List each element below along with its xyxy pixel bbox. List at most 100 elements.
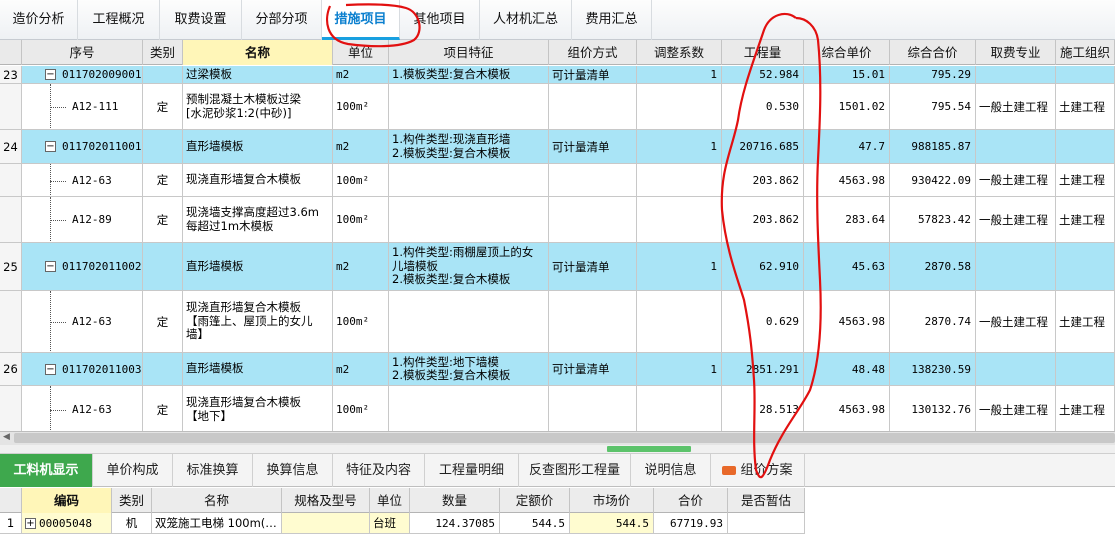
cell-type[interactable]: 定: [143, 84, 183, 129]
cell-type[interactable]: [143, 243, 183, 290]
cell-type[interactable]: [143, 353, 183, 385]
cell-quantity[interactable]: 2851.291: [722, 353, 804, 385]
cell-coef[interactable]: [637, 164, 722, 196]
cell-method[interactable]: 可计量清单: [549, 243, 637, 290]
cell-unit[interactable]: 100m²: [333, 84, 389, 129]
cell-quantity[interactable]: 203.862: [722, 164, 804, 196]
header-method[interactable]: 组价方式: [549, 40, 637, 65]
cell-total[interactable]: 795.29: [890, 66, 976, 83]
tab-quantity-detail[interactable]: 工程量明细: [425, 454, 519, 487]
table-row[interactable]: A12-63 定现浇直形墙复合木模板 【雨篷上、屋顶上的女儿 墙】 100m² 0.6…: [0, 291, 1115, 353]
tab-cost-analysis[interactable]: 造价分析: [0, 0, 78, 40]
tab-reverse-graphic-quantity[interactable]: 反查图形工程量: [519, 454, 631, 487]
cell-coef[interactable]: [637, 197, 722, 242]
cell-code[interactable]: −011702009001: [22, 66, 143, 83]
cell-fee-type[interactable]: [976, 130, 1056, 163]
detail-header-unit[interactable]: 单位: [370, 488, 410, 513]
cell-quantity[interactable]: 52.984: [722, 66, 804, 83]
detail-row-name[interactable]: 双笼施工电梯 100m(…: [152, 513, 282, 533]
header-fee-type[interactable]: 取费专业: [976, 40, 1056, 65]
splitter-grip-icon[interactable]: [607, 446, 691, 452]
detail-row-type[interactable]: 机: [112, 513, 152, 533]
cell-code[interactable]: −011702011003: [22, 353, 143, 385]
detail-header-spec[interactable]: 规格及型号: [282, 488, 370, 513]
cell-unit-price[interactable]: 15.01: [804, 66, 890, 83]
detail-header-total[interactable]: 合价: [654, 488, 728, 513]
cell-feature[interactable]: [389, 291, 549, 352]
cell-unit[interactable]: 100m²: [333, 291, 389, 352]
cell-unit-price[interactable]: 283.64: [804, 197, 890, 242]
header-name[interactable]: 名称: [183, 40, 333, 65]
detail-row-unit[interactable]: 台班: [370, 513, 410, 533]
collapse-minus-icon[interactable]: −: [45, 141, 56, 152]
header-unit-price[interactable]: 综合单价: [804, 40, 890, 65]
cell-type[interactable]: 定: [143, 164, 183, 196]
detail-header-market-price[interactable]: 市场价: [570, 488, 654, 513]
tab-measure-items[interactable]: 措施项目: [322, 0, 400, 40]
cell-name[interactable]: 直形墙模板: [183, 130, 333, 163]
header-feature[interactable]: 项目特征: [389, 40, 549, 65]
cell-fee-type[interactable]: [976, 243, 1056, 290]
cell-quantity[interactable]: 0.530: [722, 84, 804, 129]
cell-unit-price[interactable]: 4563.98: [804, 164, 890, 196]
table-row[interactable]: A12-63 定现浇直形墙复合木模板 100m² 203.862 4563.98 9304…: [0, 164, 1115, 197]
cell-unit[interactable]: 100m²: [333, 386, 389, 433]
cell-coef[interactable]: 1: [637, 243, 722, 290]
table-row[interactable]: 23−011702009001 过梁模板 m2 1.模板类型:复合木模板 可计量清单 1 5…: [0, 66, 1115, 84]
cell-code[interactable]: A12-63: [22, 386, 143, 433]
cell-unit[interactable]: m2: [333, 353, 389, 385]
cell-method[interactable]: [549, 164, 637, 196]
cell-unit[interactable]: 100m²: [333, 197, 389, 242]
table-row[interactable]: A12-111 定预制混凝土木模板过梁 [水泥砂浆1:2(中砂)] 100m² 0.5…: [0, 84, 1115, 130]
tab-labor-material-summary[interactable]: 人材机汇总: [480, 0, 572, 40]
tab-fee-settings[interactable]: 取费设置: [160, 0, 242, 40]
cell-total[interactable]: 2870.58: [890, 243, 976, 290]
tab-sub-items[interactable]: 分部分项: [242, 0, 322, 40]
cell-code[interactable]: A12-63: [22, 291, 143, 352]
tab-material-display[interactable]: 工料机显示: [0, 454, 93, 487]
scroll-left-arrow-icon[interactable]: ◀: [3, 432, 10, 442]
cell-type[interactable]: [143, 66, 183, 83]
cell-organization[interactable]: 土建工程: [1056, 291, 1115, 352]
cell-name[interactable]: 现浇墙支撑高度超过3.6m 每超过1m木模板: [183, 197, 333, 242]
collapse-minus-icon[interactable]: −: [45, 363, 56, 375]
table-row[interactable]: A12-63 定现浇直形墙复合木模板 【地下】 100m² 28.513 4563.98…: [0, 386, 1115, 434]
cell-method[interactable]: [549, 386, 637, 433]
tab-other-items[interactable]: 其他项目: [400, 0, 480, 40]
cell-quantity[interactable]: 0.629: [722, 291, 804, 352]
collapse-minus-icon[interactable]: −: [45, 69, 56, 80]
cell-coef[interactable]: [637, 386, 722, 433]
cell-unit-price[interactable]: 48.48: [804, 353, 890, 385]
cell-unit[interactable]: m2: [333, 66, 389, 83]
cell-type[interactable]: 定: [143, 386, 183, 433]
cell-type[interactable]: 定: [143, 291, 183, 352]
cell-feature[interactable]: [389, 386, 549, 433]
detail-header-name[interactable]: 名称: [152, 488, 282, 513]
tab-description-info[interactable]: 说明信息: [631, 454, 711, 487]
detail-header-code[interactable]: 编码: [22, 488, 112, 513]
cell-code[interactable]: A12-63: [22, 164, 143, 196]
cell-fee-type[interactable]: [976, 353, 1056, 385]
cell-name[interactable]: 过梁模板: [183, 66, 333, 83]
detail-row-estimate[interactable]: [728, 513, 805, 533]
cell-name[interactable]: 直形墙模板: [183, 353, 333, 385]
detail-row-qty[interactable]: 124.37085: [410, 513, 500, 533]
cell-quantity[interactable]: 62.910: [722, 243, 804, 290]
header-type[interactable]: 类别: [143, 40, 183, 65]
cell-coef[interactable]: [637, 84, 722, 129]
cell-method[interactable]: 可计量清单: [549, 130, 637, 163]
cell-type[interactable]: 定: [143, 197, 183, 242]
cell-feature[interactable]: [389, 164, 549, 196]
tab-feature-content[interactable]: 特征及内容: [333, 454, 425, 487]
cell-fee-type[interactable]: 一般土建工程: [976, 291, 1056, 352]
tab-project-overview[interactable]: 工程概况: [78, 0, 160, 40]
expand-plus-icon[interactable]: +: [25, 517, 36, 529]
cell-code[interactable]: A12-89: [22, 197, 143, 242]
tab-pricing-scheme[interactable]: 组价方案: [711, 454, 805, 487]
cell-total[interactable]: 988185.87: [890, 130, 976, 163]
header-unit[interactable]: 单位: [333, 40, 389, 65]
table-row[interactable]: 26−011702011003 直形墙模板 m2 1.构件类型:地下墙模 2.模板类型…: [0, 353, 1115, 386]
cell-coef[interactable]: 1: [637, 353, 722, 385]
tab-standard-conversion[interactable]: 标准换算: [173, 454, 253, 487]
cell-fee-type[interactable]: 一般土建工程: [976, 164, 1056, 196]
